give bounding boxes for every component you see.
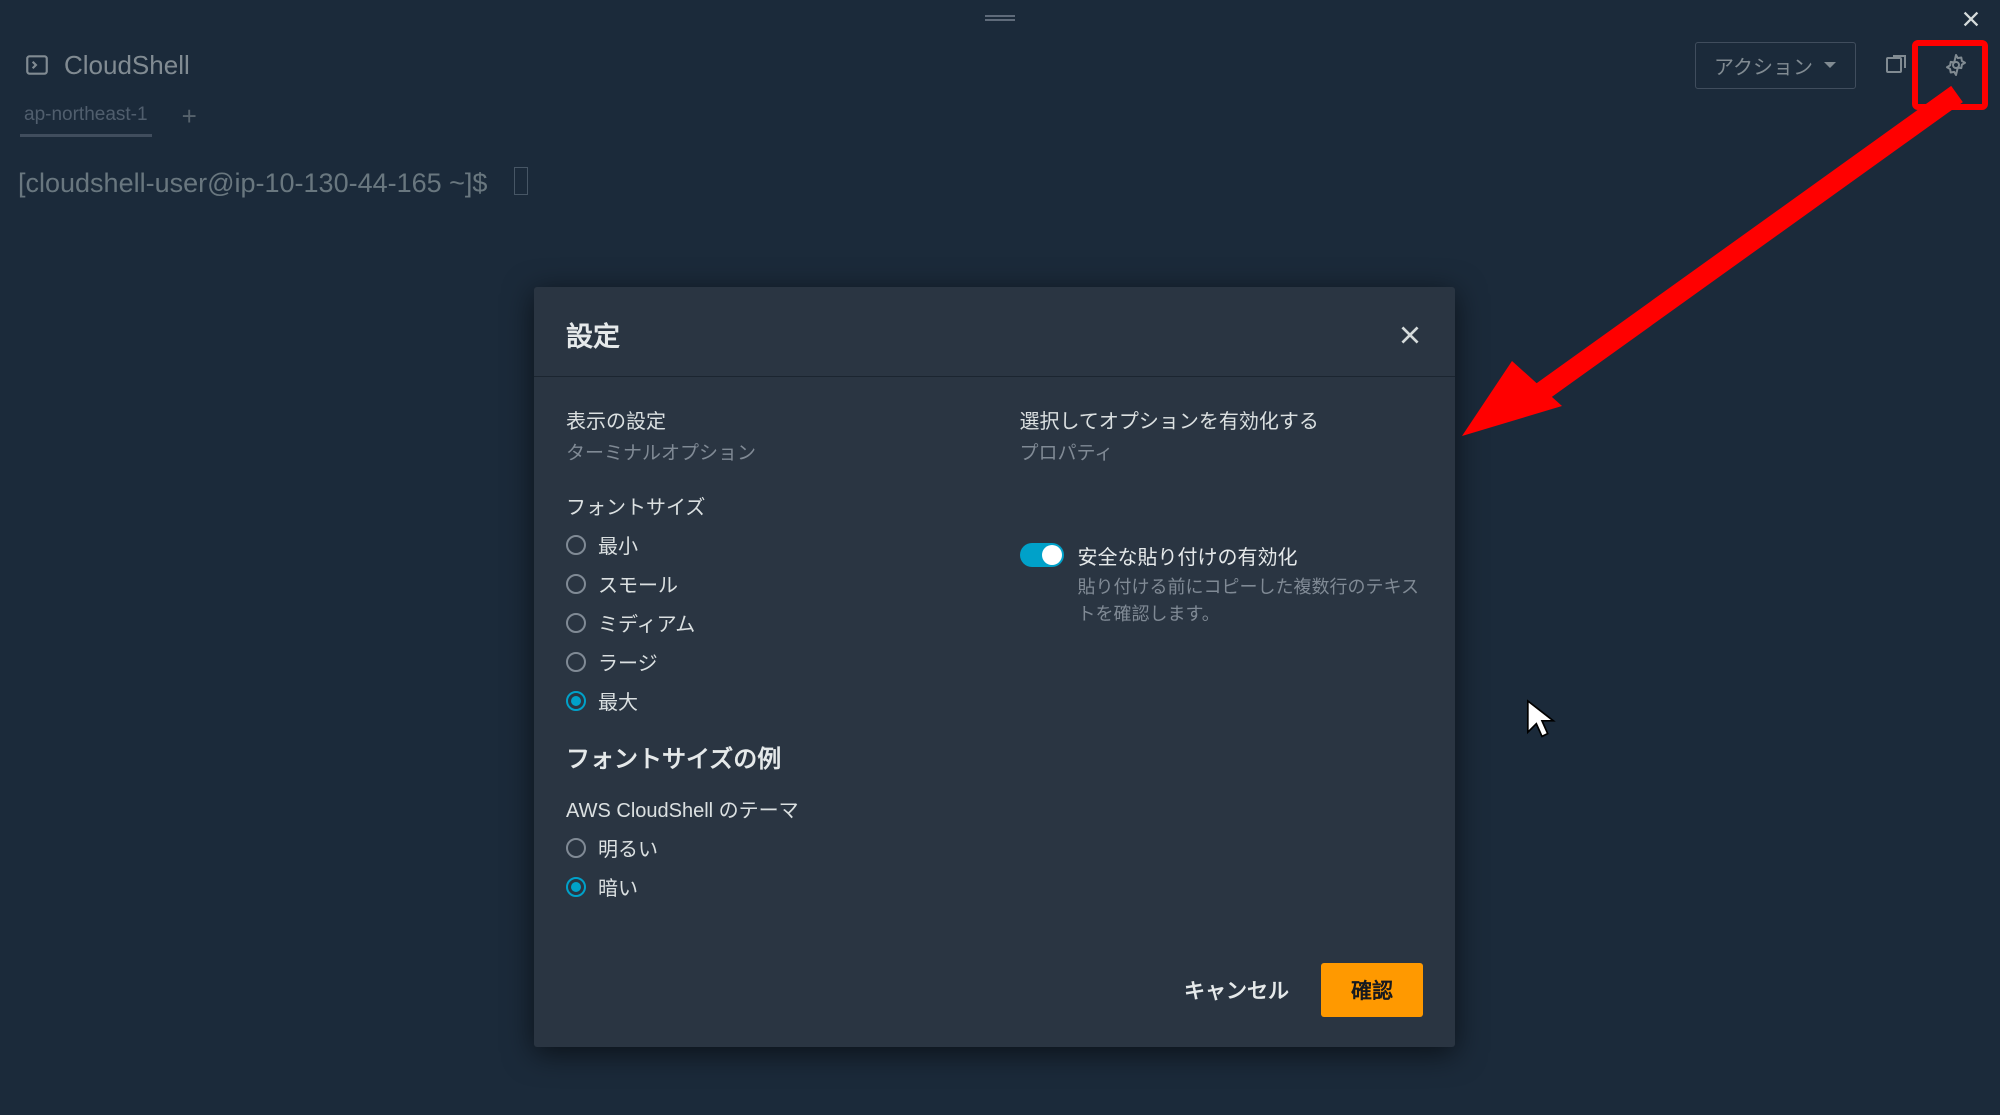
radio-icon [566,652,586,672]
cancel-button[interactable]: キャンセル [1176,963,1297,1017]
display-settings-column: 表示の設定 ターミナルオプション フォントサイズ 最小 スモール ミディアム [566,405,970,911]
radio-icon [566,691,586,711]
safe-paste-desc: 貼り付ける前にコピーした複数行のテキストを確認します。 [1078,574,1424,628]
radio-label: ラージ [598,647,658,676]
safe-paste-title: 安全な貼り付けの有効化 [1078,541,1424,570]
font-size-radio-smallest[interactable]: 最小 [566,530,970,559]
safe-paste-toggle-row: 安全な貼り付けの有効化 貼り付ける前にコピーした複数行のテキストを確認します。 [1020,541,1424,628]
settings-modal: 設定 表示の設定 ターミナルオプション フォントサイズ 最小 スモール [534,287,1455,1047]
font-size-radio-largest[interactable]: 最大 [566,686,970,715]
close-icon [1397,322,1423,348]
font-size-radio-large[interactable]: ラージ [566,647,970,676]
mouse-cursor-icon [1525,698,1559,738]
options-sub: プロパティ [1020,438,1424,465]
confirm-button[interactable]: 確認 [1321,963,1423,1017]
tab-region[interactable]: ap-northeast-1 [20,96,152,137]
font-size-label: フォントサイズ [566,491,970,520]
toggle-text: 安全な貼り付けの有効化 貼り付ける前にコピーした複数行のテキストを確認します。 [1078,541,1424,628]
options-column: 選択してオプションを有効化する プロパティ 安全な貼り付けの有効化 貼り付ける前… [1020,405,1424,911]
font-size-radio-medium[interactable]: ミディアム [566,608,970,637]
radio-icon [566,838,586,858]
modal-title: 設定 [566,315,620,354]
modal-body: 表示の設定 ターミナルオプション フォントサイズ 最小 スモール ミディアム [534,377,1455,941]
font-size-example-heading: フォントサイズの例 [566,739,970,774]
font-size-radio-small[interactable]: スモール [566,569,970,598]
theme-label: AWS CloudShell のテーマ [566,794,970,823]
display-settings-sub: ターミナルオプション [566,438,970,465]
display-settings-title: 表示の設定 [566,405,970,434]
terminal-cursor [514,167,528,195]
modal-close-button[interactable] [1397,322,1423,348]
add-tab-button[interactable]: + [182,101,197,132]
radio-icon [566,574,586,594]
panel-top-strip [0,0,2000,36]
theme-radio-dark[interactable]: 暗い [566,872,970,901]
radio-label: ミディアム [598,608,695,637]
radio-icon [566,613,586,633]
options-title: 選択してオプションを有効化する [1020,405,1424,434]
panel-close-button[interactable] [1960,8,1982,30]
annotation-highlight-box [1912,40,1988,110]
cloudshell-logo-icon [24,52,50,78]
safe-paste-toggle[interactable] [1020,543,1064,567]
theme-radio-light[interactable]: 明るい [566,833,970,862]
radio-label: 明るい [598,833,658,862]
grip-handle-icon[interactable] [985,15,1015,21]
terminal-prompt: [cloudshell-user@ip-10-130-44-165 ~]$ [18,168,487,198]
radio-icon [566,535,586,555]
radio-label: スモール [598,569,678,598]
radio-label: 最小 [598,530,638,559]
annotation-arrow-icon [1452,76,1982,456]
radio-icon [566,877,586,897]
radio-label: 暗い [598,872,638,901]
radio-label: 最大 [598,686,638,715]
app-title: CloudShell [64,50,190,81]
modal-footer: キャンセル 確認 [534,941,1455,1047]
modal-header: 設定 [534,287,1455,377]
chevron-down-icon [1823,60,1837,70]
toggle-knob-icon [1042,545,1062,565]
